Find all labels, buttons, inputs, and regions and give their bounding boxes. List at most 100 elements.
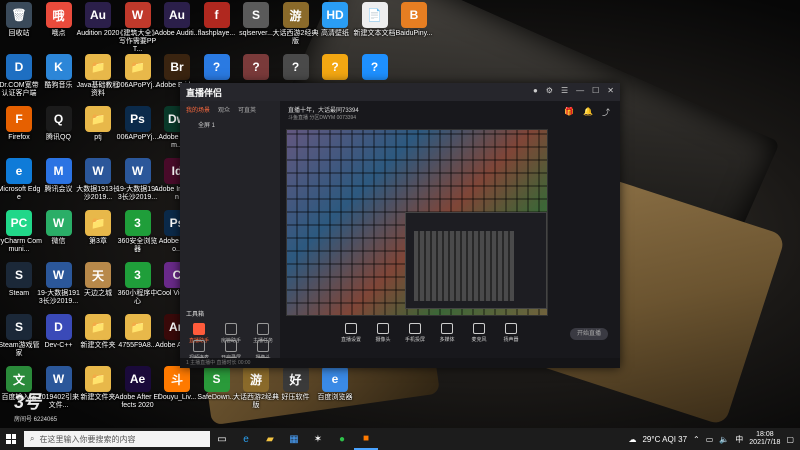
desktop-icon-glyph: D [6, 54, 32, 80]
desktop-icon-glyph: ? [243, 54, 269, 80]
watermark-logo: 3号 [14, 392, 41, 412]
control-label: 多媒体 [439, 337, 455, 343]
tab-other[interactable]: 可直英 [238, 105, 256, 114]
menu-icon[interactable]: ☰ [561, 86, 568, 95]
tool-icon [257, 323, 269, 335]
desktop-icon-glyph: 📁 [85, 314, 111, 340]
store-taskbar-icon[interactable]: ▦ [282, 428, 306, 450]
close-icon[interactable]: ✕ [607, 86, 614, 95]
desktop-icon-glyph: S [6, 314, 32, 340]
desktop-icon-glyph: Ae [124, 366, 151, 392]
desktop-icon-glyph: ? [282, 54, 309, 80]
stream-preview[interactable] [286, 129, 548, 316]
control-icon [441, 323, 453, 334]
stream-control-button[interactable]: 摄像头 [372, 323, 394, 343]
desktop-icon-label: 百度浏览器 [317, 394, 353, 401]
input-method-icon[interactable]: 中 [735, 434, 743, 445]
stream-control-button[interactable]: 手机投屏 [404, 323, 426, 343]
desktop-icon[interactable]: B BaiduPiny... [391, 2, 437, 38]
desktop-icon-glyph: 🗑 [6, 2, 32, 28]
minimize-icon[interactable]: — [576, 86, 584, 95]
control-label: 扬声器 [503, 337, 519, 343]
network-icon[interactable]: ▭ [706, 435, 714, 444]
desktop-icon-glyph: M [45, 158, 72, 184]
desktop-icon-glyph: PC [6, 210, 32, 236]
desktop-icon-glyph: S [6, 262, 32, 288]
avatar[interactable]: ● [533, 86, 538, 95]
control-label: 手机投屏 [404, 337, 425, 343]
clock-date: 2021/7/18 [749, 439, 781, 446]
maximize-icon[interactable]: ☐ [592, 86, 599, 95]
weather-text[interactable]: 29°C AQI 37 [642, 435, 687, 444]
pin-app-taskbar-icon[interactable]: ✶ [306, 428, 330, 450]
stream-control-button[interactable]: 扬声器 [500, 323, 522, 343]
gift-icon[interactable]: 🎁 [564, 107, 574, 118]
control-label: 直播设置 [340, 337, 361, 343]
control-label: 摄像头 [375, 337, 391, 343]
stream-control-button[interactable]: 麦克风 [468, 323, 490, 343]
taskbar: ⌕ 在这里输入你要搜索的内容 ▭ e ▰ ▦ ✶ ● ■ ☁ 29°C AQI … [0, 428, 800, 450]
room-title: 直播十年，大话最同73394 [288, 108, 359, 114]
desktop-icon-glyph: 3 [124, 210, 151, 236]
desktop-icon-glyph: f [203, 2, 230, 28]
desktop-icon-glyph: 📁 [85, 366, 111, 392]
desktop-icon-glyph: 📄 [361, 2, 388, 28]
stream-controls: 直播设置 摄像头 手机投屏 多媒体 麦克风 扬声器 [280, 323, 620, 353]
stream-control-button[interactable]: 多媒体 [436, 323, 458, 343]
control-icon [345, 323, 357, 334]
start-stream-button[interactable]: 开始直播 [570, 328, 608, 340]
desktop-icon-glyph: K [45, 54, 72, 80]
search-placeholder: 在这里输入你要搜索的内容 [39, 434, 136, 444]
tab-audience[interactable]: 观众 [218, 105, 230, 114]
desktop-icon-glyph: 斗 [164, 366, 190, 392]
desktop-icon-glyph: W [45, 262, 72, 288]
settings-icon[interactable]: ⚙ [546, 86, 553, 95]
desktop-icon-glyph: 📁 [85, 54, 111, 80]
desktop-icon-glyph: Au [85, 2, 111, 28]
desktop-icon[interactable]: ? [352, 54, 398, 82]
tray-arrow-icon[interactable]: ⌃ [693, 435, 700, 444]
share-icon[interactable]: ⤴ [602, 107, 610, 118]
desktop-icon-glyph: S [203, 366, 230, 392]
explorer-taskbar-icon[interactable]: ▰ [258, 428, 282, 450]
control-icon [505, 323, 517, 334]
control-icon [473, 323, 485, 334]
bell-icon[interactable]: 🔔 [583, 107, 593, 118]
desktop-icon-glyph: ? [203, 54, 230, 80]
toolbox-title: 工具箱 [186, 312, 205, 318]
desktop-icon[interactable]: e 百度浏览器 [312, 366, 358, 402]
desktop-icon-glyph: Q [45, 106, 72, 132]
desktop-icon-glyph: W [124, 2, 151, 28]
task-view-icon[interactable]: ▭ [210, 428, 234, 450]
desktop-icon-glyph: 📁 [85, 106, 111, 132]
desktop-icon-glyph: W [45, 210, 72, 236]
desktop-icon-glyph: Au [164, 2, 190, 28]
start-button[interactable] [0, 428, 22, 450]
desktop-icon-glyph: 好 [282, 366, 309, 392]
scene-tabs: 我的场景 观众 可直英 [180, 101, 280, 118]
desktop-icon-glyph: F [6, 106, 32, 132]
desktop-icon-glyph: Br [164, 54, 190, 80]
taskbar-search-box[interactable]: ⌕ 在这里输入你要搜索的内容 [24, 431, 210, 447]
live-app-taskbar-icon[interactable]: ■ [354, 428, 378, 450]
stream-control-button[interactable]: 直播设置 [340, 323, 362, 343]
desktop-icon-glyph: Ps [124, 106, 151, 132]
edge-taskbar-icon[interactable]: e [234, 428, 258, 450]
scene-item[interactable]: 全屏 1 [180, 118, 280, 131]
app-titlebar[interactable]: 直播伴侣 ● ⚙ ☰ — ☐ ✕ [180, 83, 620, 101]
cloud-icon[interactable]: ☁ [628, 435, 636, 444]
tab-scenes[interactable]: 我的场景 [186, 105, 210, 114]
tool-icon [225, 323, 237, 335]
clock[interactable]: 18:08 2021/7/18 [749, 431, 780, 447]
tool-icon [193, 323, 205, 335]
tool-icon [225, 340, 237, 352]
volume-icon[interactable]: 🔈 [719, 435, 729, 444]
preview-nested-capture [414, 231, 514, 301]
tool-icon [257, 340, 269, 352]
360-taskbar-icon[interactable]: ● [330, 428, 354, 450]
desktop-icon-glyph: 天 [85, 262, 111, 288]
app-left-panel: 我的场景 观众 可直英 全屏 1 工具箱 直播助手房管助手主播任务视频连麦开启录… [180, 101, 280, 368]
live-stream-app-window[interactable]: 直播伴侣 ● ⚙ ☰ — ☐ ✕ 我的场景 观众 可直英 全屏 1 工具箱 直播… [180, 83, 620, 368]
desktop-icon-glyph: e [322, 366, 348, 392]
notification-icon[interactable]: ▢ [786, 435, 794, 444]
